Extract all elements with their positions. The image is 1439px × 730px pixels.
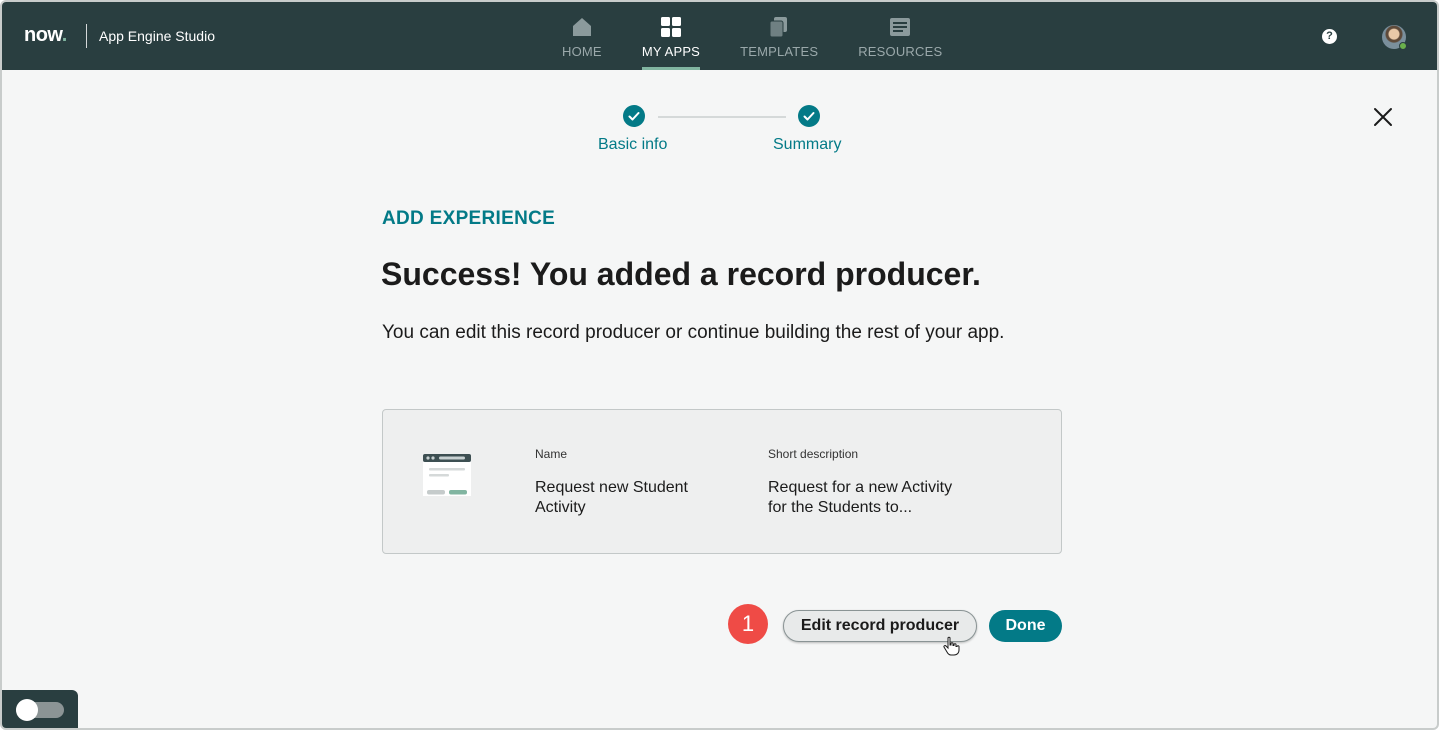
section-eyebrow: ADD EXPERIENCE	[382, 208, 556, 229]
toggle-knob[interactable]	[16, 699, 38, 721]
nav-templates[interactable]: TEMPLATES	[720, 2, 838, 70]
record-producer-icon	[423, 454, 471, 496]
nav-templates-label: TEMPLATES	[740, 44, 819, 59]
short-description-label: Short description	[768, 447, 859, 461]
step-basic-info-check	[623, 105, 645, 127]
home-icon	[572, 18, 591, 36]
top-navigation-bar: now. App Engine Studio HOME MY APPS TEMP…	[2, 2, 1437, 70]
step-summary-label[interactable]: Summary	[773, 136, 841, 154]
templates-icon	[769, 17, 788, 38]
nav-my-apps[interactable]: MY APPS	[622, 2, 720, 70]
nav-home-label: HOME	[562, 44, 602, 59]
servicenow-logo[interactable]: now.	[24, 24, 67, 47]
app-title: App Engine Studio	[99, 28, 215, 44]
grid-icon	[660, 17, 681, 37]
check-icon	[803, 112, 815, 121]
stepper-connector	[658, 116, 786, 118]
hand-pointer-icon	[943, 636, 960, 656]
check-icon	[628, 112, 640, 121]
online-status-dot	[1399, 42, 1407, 50]
nav-home[interactable]: HOME	[542, 2, 622, 70]
name-label: Name	[535, 447, 568, 461]
step-callout-badge: 1	[728, 604, 768, 644]
step-basic-info-label[interactable]: Basic info	[598, 136, 667, 154]
step-summary-check	[798, 105, 820, 127]
page-description: You can edit this record producer or con…	[382, 322, 1005, 343]
nav-resources[interactable]: RESOURCES	[838, 2, 962, 70]
done-button[interactable]: Done	[989, 610, 1062, 642]
page-title: Success! You added a record producer.	[381, 256, 981, 292]
record-producer-card: Name Request new Student Activity Short …	[382, 409, 1062, 554]
nav-my-apps-label: MY APPS	[641, 44, 701, 59]
name-value: Request new Student Activity	[535, 479, 688, 516]
close-icon[interactable]	[1373, 107, 1393, 127]
help-icon[interactable]: ?	[1322, 29, 1337, 44]
nav-resources-label: RESOURCES	[858, 44, 943, 59]
app-window: now. App Engine Studio HOME MY APPS TEMP…	[0, 0, 1439, 730]
resources-icon	[890, 18, 911, 36]
short-description-value: Request for a new Activity for the Stude…	[768, 479, 953, 516]
header-divider	[86, 24, 87, 48]
main-nav: HOME MY APPS TEMPLATES RESOURCES	[542, 2, 962, 70]
